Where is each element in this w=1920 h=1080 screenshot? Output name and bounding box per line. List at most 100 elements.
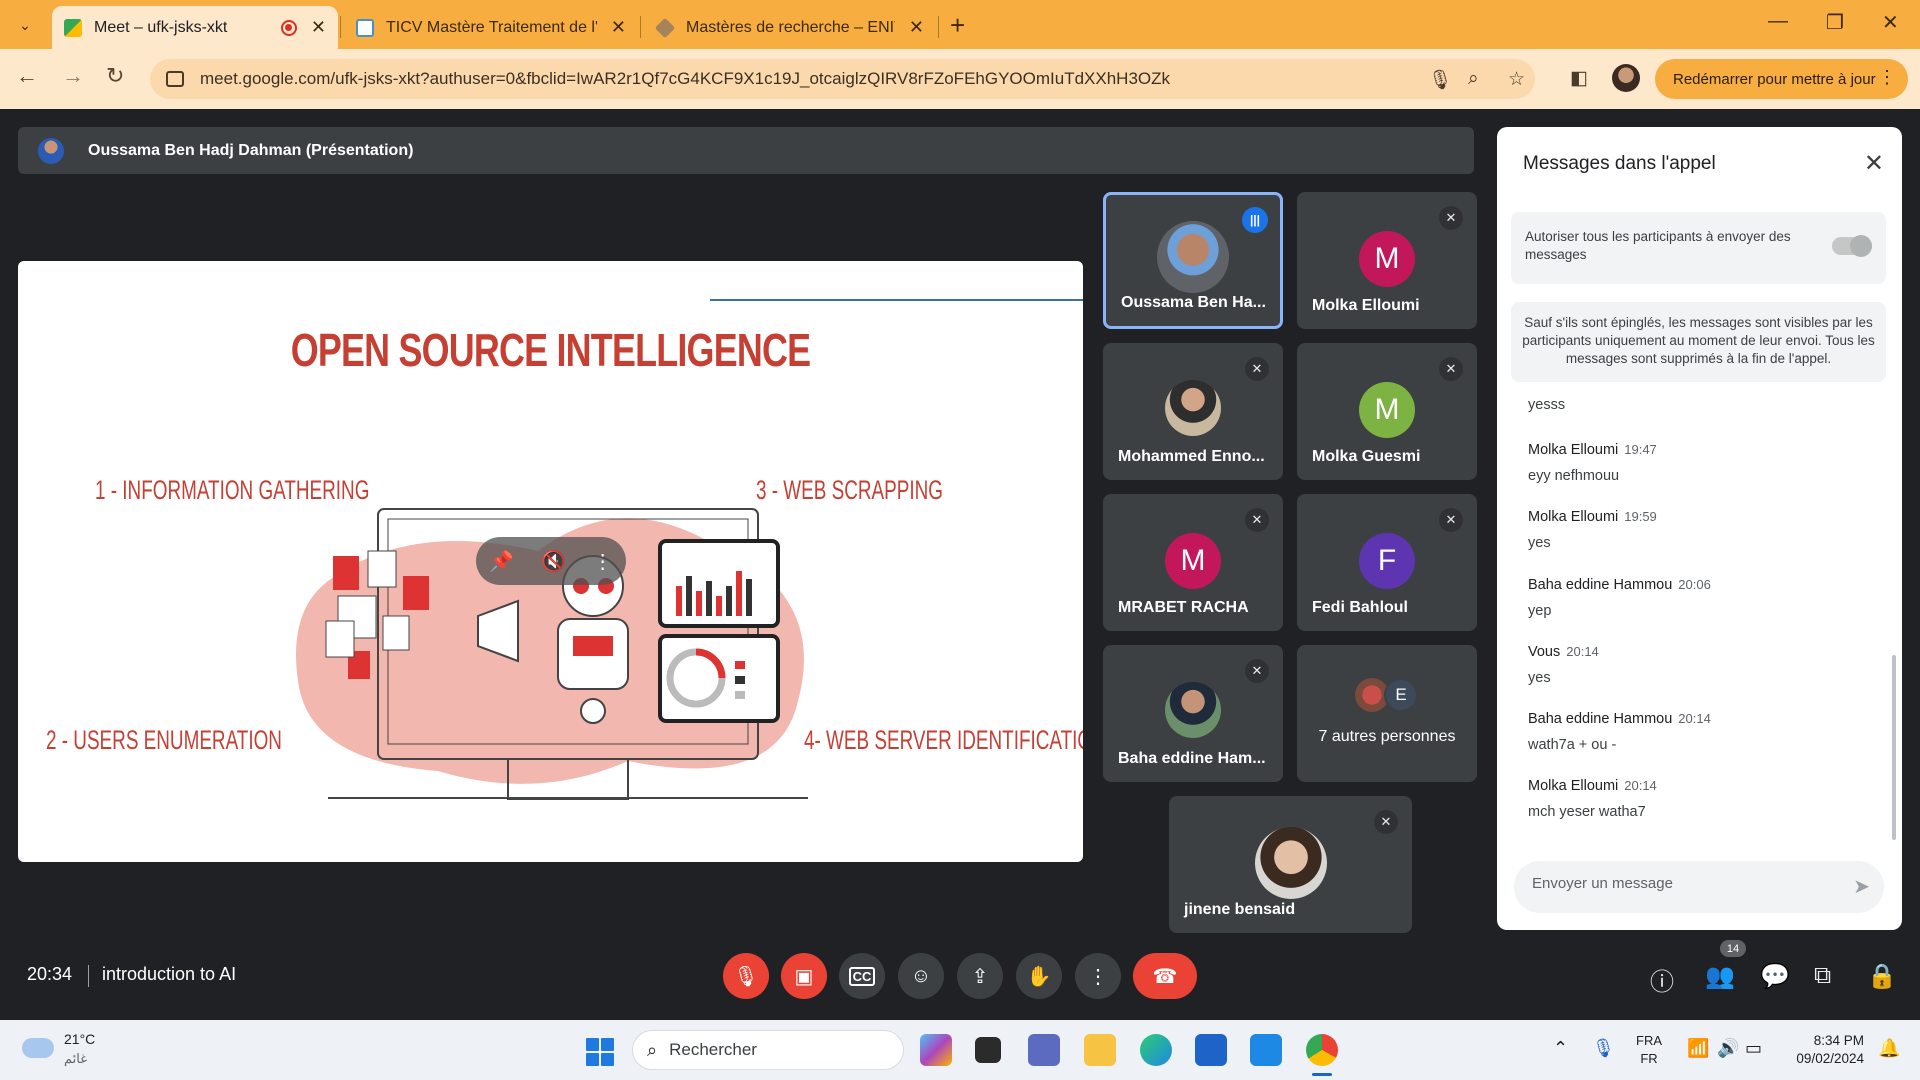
weather-condition[interactable]: غائم xyxy=(64,1051,87,1067)
store-icon[interactable] xyxy=(1195,1034,1227,1066)
participant-tile[interactable]: ✕ jinene bensaid xyxy=(1169,796,1412,933)
message-time: 20:14 xyxy=(1624,778,1657,793)
message-time: 20:06 xyxy=(1678,577,1711,592)
chat-message: yesss xyxy=(1528,397,1565,413)
chat-message: Baha eddine Hammou 20:14 wath7a + ou - xyxy=(1528,710,1711,753)
active-app-indicator xyxy=(1312,1073,1332,1076)
chat-message: Baha eddine Hammou 20:06 yep xyxy=(1528,576,1711,619)
tab-separator xyxy=(938,16,939,38)
present-button[interactable]: ⇪ xyxy=(957,953,1003,999)
restore-icon[interactable]: ❐ xyxy=(1826,10,1844,35)
participant-tile[interactable]: ✕ M Molka Guesmi xyxy=(1297,343,1477,480)
notifications-icon[interactable]: 🔔 xyxy=(1878,1038,1900,1059)
copilot-icon[interactable] xyxy=(920,1034,952,1066)
back-icon[interactable]: ← xyxy=(16,63,38,89)
side-panel-icon[interactable]: ◧ xyxy=(1570,67,1588,90)
participant-tile[interactable]: ||| Oussama Ben Ha... xyxy=(1103,192,1283,329)
minimize-icon[interactable]: — xyxy=(1768,10,1788,33)
tab-enit[interactable]: Mastères de recherche – ENIT ✕ xyxy=(644,6,936,49)
hang-up-icon: ☎ xyxy=(1152,965,1178,988)
search-icon: ⌕ xyxy=(647,1039,658,1060)
forward-icon[interactable]: → xyxy=(62,63,84,89)
microphone-icon[interactable]: 🎙 xyxy=(1428,68,1452,92)
mic-off-button[interactable]: 🎙 xyxy=(723,953,769,999)
more-menu-icon[interactable]: ⋮ xyxy=(1878,67,1896,88)
people-icon[interactable]: 👥 xyxy=(1705,962,1735,991)
reactions-button[interactable]: ☺ xyxy=(898,953,944,999)
message-time: 19:47 xyxy=(1624,442,1657,457)
tab-ticv[interactable]: TICV Mastère Traitement de l'In ✕ xyxy=(344,6,638,49)
volume-icon[interactable]: 🔊 xyxy=(1717,1038,1739,1059)
more-options-icon[interactable]: ⋮ xyxy=(593,549,613,574)
bookmark-star-icon[interactable]: ☆ xyxy=(1508,68,1525,91)
participant-tile[interactable]: ✕ F Fedi Bahloul xyxy=(1297,494,1477,631)
participant-name: Oussama Ben Ha... xyxy=(1121,294,1266,311)
raise-hand-button[interactable]: ✋ xyxy=(1016,953,1062,999)
tab-meet[interactable]: Meet – ufk-jsks-xkt ✕ xyxy=(52,6,338,49)
url-text[interactable]: meet.google.com/ufk-jsks-xkt?authuser=0&… xyxy=(200,69,1400,89)
chat-input-box[interactable]: ➤ xyxy=(1514,861,1884,913)
participant-tile[interactable]: ✕ M MRABET RACHA xyxy=(1103,494,1283,631)
camera-off-button[interactable]: ▣ xyxy=(781,953,827,999)
window-close-icon[interactable]: ✕ xyxy=(1882,10,1899,35)
zoom-icon[interactable]: ⌕ xyxy=(1468,68,1479,90)
others-tile[interactable]: E 7 autres personnes xyxy=(1297,645,1477,782)
send-icon[interactable]: ➤ xyxy=(1853,874,1870,899)
input-language[interactable]: FRA FR xyxy=(1636,1032,1662,1068)
windows-start-icon[interactable] xyxy=(586,1038,614,1066)
captions-button[interactable]: CC xyxy=(839,953,885,999)
address-bar[interactable]: meet.google.com/ufk-jsks-xkt?authuser=0&… xyxy=(150,59,1535,99)
mute-for-me-icon[interactable]: 🔇 xyxy=(541,549,566,574)
activities-icon[interactable]: ⧉ xyxy=(1814,962,1831,990)
participant-tile[interactable]: ✕ M Molka Elloumi xyxy=(1297,192,1477,329)
temperature[interactable]: 21°C xyxy=(64,1031,95,1047)
participant-name: Baha eddine Ham... xyxy=(1118,750,1266,767)
message-sender: Baha eddine Hammou xyxy=(1528,577,1673,593)
reload-icon[interactable]: ↻ xyxy=(106,63,124,89)
site-info-icon[interactable] xyxy=(166,71,184,87)
tab-title: Mastères de recherche – ENIT xyxy=(686,18,895,36)
update-button[interactable]: Redémarrer pour mettre à jour ⋮ xyxy=(1655,59,1908,99)
close-tab-icon[interactable]: ✕ xyxy=(909,17,924,38)
close-tab-icon[interactable]: ✕ xyxy=(611,17,626,38)
system-clock[interactable]: 8:34 PM 09/02/2024 xyxy=(1784,1032,1864,1068)
allow-messages-label: Autoriser tous les participants à envoye… xyxy=(1525,229,1791,262)
allow-messages-toggle[interactable] xyxy=(1832,235,1872,257)
profile-avatar[interactable] xyxy=(1612,64,1640,92)
task-view-icon[interactable] xyxy=(975,1037,1001,1063)
mic-off-icon: ✕ xyxy=(1439,206,1463,230)
chat-message-input[interactable] xyxy=(1532,875,1832,892)
close-chat-icon[interactable]: ✕ xyxy=(1864,149,1884,178)
mic-off-icon: 🎙 xyxy=(733,965,759,988)
close-tab-icon[interactable]: ✕ xyxy=(311,17,326,38)
tab-search-icon[interactable]: ⌄ xyxy=(10,10,40,40)
chat-message: Molka Elloumi 19:47 eyy nefhmouu xyxy=(1528,441,1657,484)
file-explorer-icon[interactable] xyxy=(1084,1034,1116,1066)
meeting-name: introduction to AI xyxy=(102,964,237,984)
wifi-icon[interactable]: 📶 xyxy=(1687,1038,1709,1059)
leave-call-button[interactable]: ☎ xyxy=(1133,953,1197,999)
chat-scrollbar[interactable] xyxy=(1892,655,1896,840)
pin-icon[interactable]: 📌 xyxy=(489,549,514,574)
cloud-icon[interactable] xyxy=(22,1038,54,1058)
battery-icon[interactable]: ▭ xyxy=(1745,1038,1762,1059)
participant-tile[interactable]: ✕ Mohammed Enno... xyxy=(1103,343,1283,480)
chrome-icon[interactable] xyxy=(1306,1034,1338,1066)
teams-chat-icon[interactable] xyxy=(1028,1034,1060,1066)
mic-off-icon: ✕ xyxy=(1439,508,1463,532)
taskbar-search[interactable]: ⌕ Rechercher xyxy=(632,1030,904,1070)
new-tab-icon[interactable]: + xyxy=(950,10,965,40)
mail-icon[interactable] xyxy=(1250,1034,1282,1066)
update-button-label: Redémarrer pour mettre à jour xyxy=(1673,70,1876,88)
microphone-in-use-icon[interactable]: 🎙 xyxy=(1592,1038,1615,1059)
show-hidden-icons-icon[interactable]: ⌃ xyxy=(1553,1038,1568,1059)
clock-date: 09/02/2024 xyxy=(1796,1051,1864,1066)
edge-icon[interactable] xyxy=(1140,1034,1172,1066)
meeting-info-icon[interactable]: ⓘ xyxy=(1650,962,1674,997)
slide-title: OPEN SOURCE INTELLIGENCE xyxy=(290,324,811,376)
host-controls-icon[interactable]: 🔒 xyxy=(1867,962,1897,991)
message-text: mch yeser watha7 xyxy=(1528,804,1646,820)
chat-icon[interactable]: 💬 xyxy=(1760,962,1790,991)
more-options-button[interactable]: ⋮ xyxy=(1075,953,1121,999)
participant-tile[interactable]: ✕ Baha eddine Ham... xyxy=(1103,645,1283,782)
